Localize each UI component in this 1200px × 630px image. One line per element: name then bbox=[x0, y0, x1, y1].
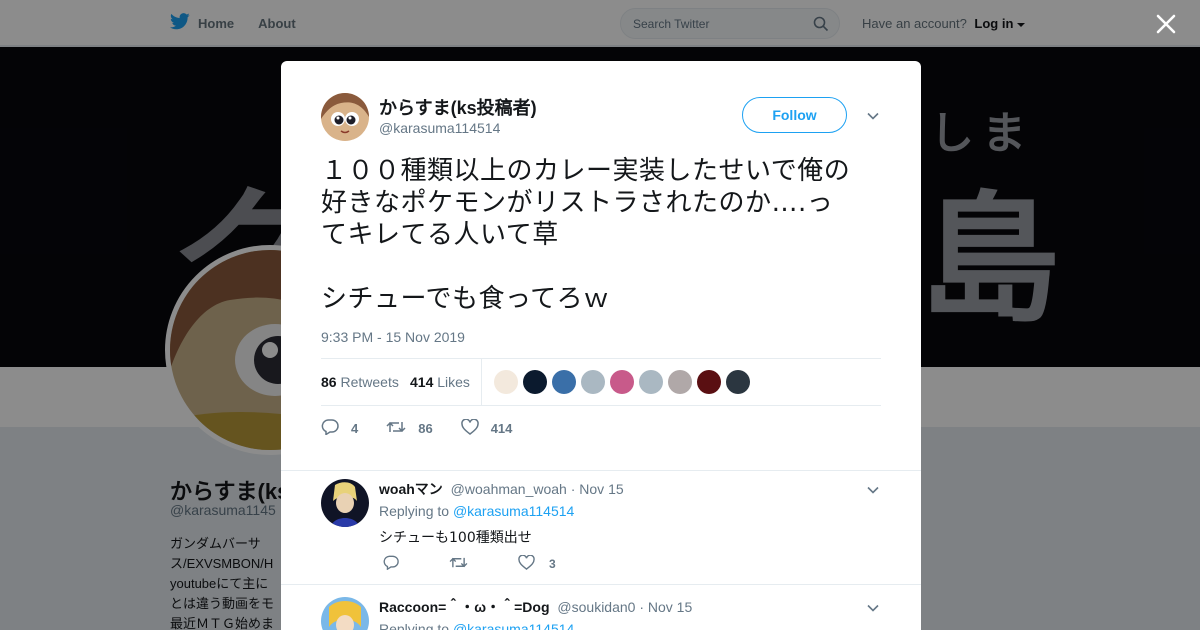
liker-avatar[interactable] bbox=[581, 370, 605, 394]
likes-stat[interactable]: 414 Likes bbox=[410, 374, 470, 390]
replying-prefix: Replying to bbox=[379, 503, 450, 519]
like-button[interactable]: 414 bbox=[460, 418, 513, 438]
reply-date[interactable]: · Nov 15 bbox=[639, 599, 692, 615]
reply-author-name[interactable]: woahマン bbox=[379, 481, 443, 497]
reply-count: 4 bbox=[351, 420, 359, 436]
reply-icon bbox=[321, 418, 339, 438]
retweet-button[interactable] bbox=[449, 555, 482, 573]
retweet-button[interactable]: 86 bbox=[386, 419, 433, 438]
reply-button[interactable] bbox=[383, 555, 413, 573]
tweet-text: １００種類以上のカレー実装したせいで俺の 好きなポケモンがリストラされたのか….… bbox=[321, 156, 851, 314]
likers-avatars bbox=[494, 370, 750, 394]
liker-avatar[interactable] bbox=[697, 370, 721, 394]
reply-header: woahマン @woahman_woah · Nov 15 bbox=[379, 479, 624, 499]
tweet-timestamp[interactable]: 9:33 PM - 15 Nov 2019 bbox=[321, 329, 465, 345]
likes-label: Likes bbox=[437, 374, 470, 390]
replying-to-link[interactable]: @karasuma114514 bbox=[453, 621, 574, 630]
likes-count: 414 bbox=[410, 374, 434, 390]
avatar[interactable] bbox=[321, 597, 369, 630]
replying-prefix: Replying to bbox=[379, 621, 450, 630]
like-count: 3 bbox=[549, 557, 556, 571]
liker-avatar[interactable] bbox=[523, 370, 547, 394]
reply-author-handle[interactable]: @woahman_woah bbox=[451, 481, 567, 497]
liker-avatar[interactable] bbox=[639, 370, 663, 394]
reply-icon bbox=[383, 555, 399, 573]
replying-to: Replying to @karasuma114514 bbox=[379, 621, 574, 630]
replying-to-link[interactable]: @karasuma114514 bbox=[453, 503, 574, 519]
reply-divider bbox=[281, 584, 921, 585]
retweet-icon bbox=[386, 419, 406, 438]
replying-to: Replying to @karasuma114514 bbox=[379, 503, 574, 519]
like-count: 414 bbox=[490, 420, 513, 436]
retweet-icon bbox=[449, 555, 468, 573]
liker-avatar[interactable] bbox=[726, 370, 750, 394]
tweet-actions: 4 86 414 bbox=[321, 418, 540, 438]
follow-button[interactable]: Follow bbox=[742, 97, 847, 133]
retweets-stat[interactable]: 86 Retweets bbox=[321, 374, 399, 390]
avatar[interactable] bbox=[321, 93, 369, 141]
liker-avatar[interactable] bbox=[610, 370, 634, 394]
chevron-down-icon[interactable] bbox=[866, 109, 880, 123]
reply-header: Raccoon=＾・ω・＾=Dog @soukidan0 · Nov 15 bbox=[379, 597, 692, 617]
reply-date[interactable]: · Nov 15 bbox=[571, 481, 624, 497]
close-icon[interactable] bbox=[1154, 12, 1178, 36]
chevron-down-icon[interactable] bbox=[866, 601, 880, 615]
heart-icon bbox=[518, 554, 535, 573]
heart-icon bbox=[460, 418, 479, 438]
reply-author-handle[interactable]: @soukidan0 bbox=[557, 599, 635, 615]
retweets-label: Retweets bbox=[340, 374, 399, 390]
reply-text: シチューも100種類出せ bbox=[379, 530, 532, 546]
retweet-count: 86 bbox=[418, 420, 433, 436]
tweet-modal: からすま(ks投稿者) @karasuma114514 Follow １００種類… bbox=[281, 61, 921, 630]
liker-avatar[interactable] bbox=[552, 370, 576, 394]
avatar[interactable] bbox=[321, 479, 369, 527]
tweet-stats: 86 Retweets 414 Likes bbox=[321, 358, 881, 406]
tweet-author-handle[interactable]: @karasuma114514 bbox=[379, 120, 500, 136]
reply-author-name[interactable]: Raccoon=＾・ω・＾=Dog bbox=[379, 599, 550, 615]
stats-divider bbox=[481, 359, 482, 405]
liker-avatar[interactable] bbox=[494, 370, 518, 394]
replies-separator bbox=[281, 461, 921, 471]
liker-avatar[interactable] bbox=[668, 370, 692, 394]
reply-actions: 3 bbox=[383, 554, 592, 573]
tweet-author-name[interactable]: からすま(ks投稿者) bbox=[379, 94, 537, 120]
retweets-count: 86 bbox=[321, 374, 337, 390]
like-button[interactable]: 3 bbox=[518, 554, 556, 573]
chevron-down-icon[interactable] bbox=[866, 483, 880, 497]
reply-button[interactable]: 4 bbox=[321, 418, 359, 438]
